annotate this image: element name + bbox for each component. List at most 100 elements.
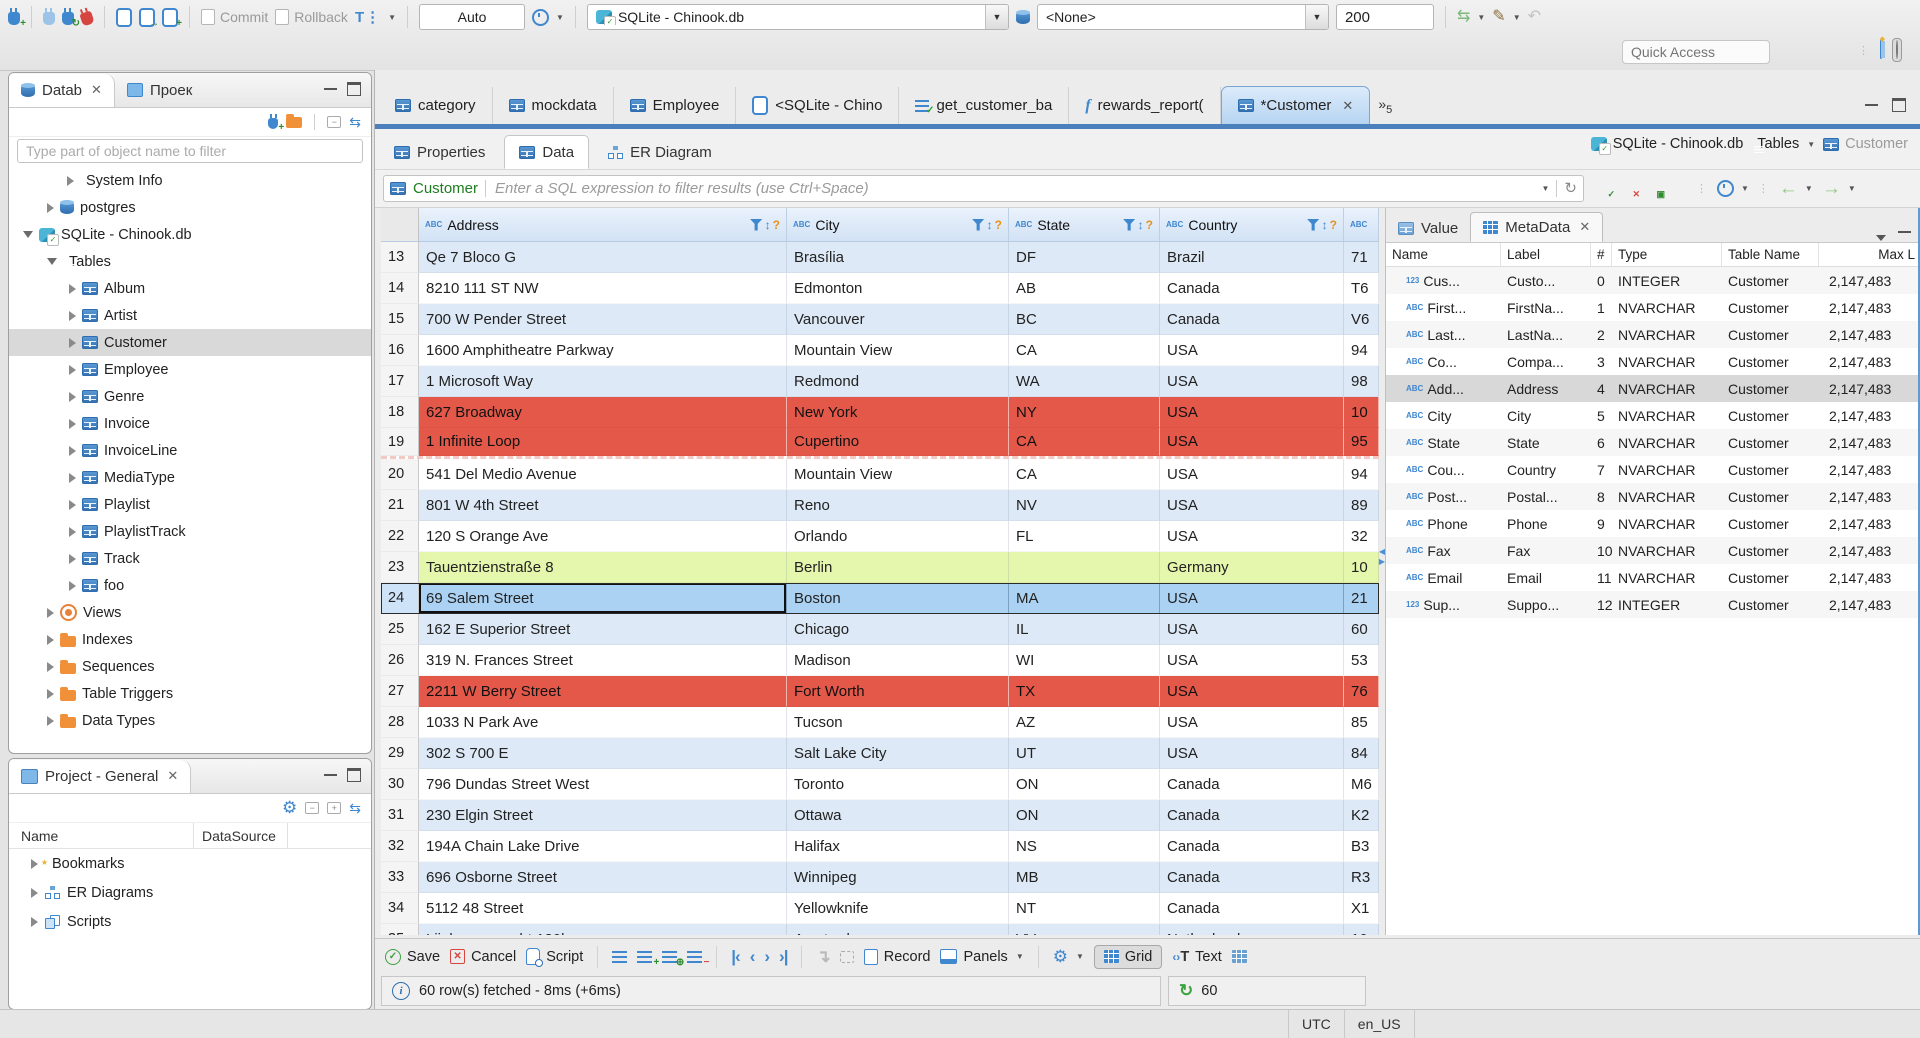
postal-cell[interactable]: 10 [1344, 552, 1379, 583]
chevron-right-icon[interactable] [69, 472, 76, 483]
postal-cell[interactable]: 94 [1344, 459, 1379, 490]
postal-cell[interactable]: T6 [1344, 273, 1379, 304]
script-button[interactable]: Script [526, 948, 583, 967]
meta-ordinal-cell[interactable]: 7 [1591, 456, 1612, 483]
city-cell[interactable]: Berlin [787, 552, 1009, 583]
city-cell[interactable]: Reno [787, 490, 1009, 521]
meta-column-max-l[interactable]: Max L [1819, 243, 1920, 266]
column-sort-cluster[interactable]: ↕? [1122, 218, 1153, 232]
meta-column-table-name[interactable]: Table Name [1722, 243, 1819, 266]
country-cell[interactable]: Canada [1160, 893, 1344, 924]
editor-tab-customer[interactable]: *Customer ✕ [1220, 86, 1371, 124]
schema-combo-arrow[interactable]: ▼ [1304, 5, 1328, 29]
schema-combo[interactable]: <None> ▼ [1036, 4, 1329, 30]
refresh-icon[interactable]: ↻ [1564, 180, 1577, 197]
column-sort-cluster[interactable]: ↕? [1306, 218, 1337, 232]
tree-item-invoiceline[interactable]: InvoiceLine [9, 437, 371, 464]
postal-cell[interactable]: 32 [1344, 521, 1379, 552]
transaction-log-button[interactable]: ▼ [532, 8, 564, 26]
city-cell[interactable]: Amsterdam [787, 924, 1009, 935]
chevron-right-icon[interactable] [47, 688, 54, 699]
commit-button[interactable]: Commit [201, 9, 268, 25]
chevron-right-icon[interactable] [69, 283, 76, 294]
view-menu-icon[interactable] [1876, 235, 1886, 241]
table-row-35[interactable]: 35Lijnbaansgracht 120bzAmsterdamVVNether… [381, 924, 1379, 935]
row-number-cell[interactable]: 30 [381, 769, 419, 800]
address-cell[interactable]: Qe 7 Bloco G [419, 242, 787, 273]
postal-cell[interactable]: 95 [1344, 428, 1379, 456]
country-cell[interactable]: USA [1160, 490, 1344, 521]
column-sort-cluster[interactable]: ↕? [749, 218, 780, 232]
result-tab-data[interactable]: Data [504, 135, 590, 169]
meta-column-type[interactable]: Type [1612, 243, 1722, 266]
auto-refresh-button[interactable]: ▼ [1717, 180, 1749, 197]
chevron-right-icon[interactable] [69, 391, 76, 402]
address-cell[interactable]: 1600 Amphitheatre Parkway [419, 335, 787, 366]
meta-ordinal-cell[interactable]: 3 [1591, 348, 1612, 375]
locale-indicator[interactable]: en_US [1345, 1016, 1414, 1032]
new-sql-editor-button[interactable]: + [162, 7, 182, 28]
navigator-filter-input[interactable] [17, 139, 363, 163]
chevron-right-icon[interactable] [69, 526, 76, 537]
meta-ordinal-cell[interactable]: 1 [1591, 294, 1612, 321]
country-cell[interactable]: USA [1160, 707, 1344, 738]
tab-database-navigator[interactable]: Datab ✕ [9, 73, 115, 107]
meta-name-cell[interactable]: ABC Email [1386, 564, 1501, 591]
remove-filter-button[interactable]: ✕ [1621, 182, 1640, 198]
meta-ordinal-cell[interactable]: 12 [1591, 591, 1612, 618]
postal-cell[interactable]: V6 [1344, 304, 1379, 335]
meta-name-cell[interactable]: ABC Cou... [1386, 456, 1501, 483]
meta-type-cell[interactable]: NVARCHAR [1612, 456, 1722, 483]
row-number-cell[interactable]: 17 [381, 366, 419, 397]
country-cell[interactable]: Germany [1160, 552, 1344, 583]
minimize-icon[interactable] [324, 773, 337, 785]
row-number-cell[interactable]: 14 [381, 273, 419, 304]
tree-item-table-triggers[interactable]: Table Triggers [9, 680, 371, 707]
table-row-34[interactable]: 34 5112 48 Street Yellowknife NT Canada X1 [381, 893, 1379, 924]
country-cell[interactable]: Canada [1160, 800, 1344, 831]
chevron-right-icon[interactable] [69, 499, 76, 510]
meta-ordinal-cell[interactable]: 5 [1591, 402, 1612, 429]
meta-type-cell[interactable]: NVARCHAR [1612, 429, 1722, 456]
row-number-cell[interactable]: 16 [381, 335, 419, 366]
meta-table-cell[interactable]: Customer [1722, 294, 1819, 321]
row-number-cell[interactable]: 25 [381, 614, 419, 645]
fetch-size-input[interactable]: 200 [1335, 4, 1434, 30]
postal-cell[interactable]: 53 [1344, 645, 1379, 676]
breadcrumb-tables[interactable]: Tables ▼ [1751, 136, 1815, 153]
chevron-right-icon[interactable] [67, 175, 74, 186]
meta-table-cell[interactable]: Customer [1722, 510, 1819, 537]
postal-cell[interactable]: 71 [1344, 242, 1379, 273]
tree-item-tables[interactable]: Tables [9, 248, 371, 275]
chevron-right-icon[interactable] [47, 607, 54, 618]
state-cell[interactable]: UT [1009, 738, 1160, 769]
close-icon[interactable]: ✕ [91, 82, 102, 98]
table-row-32[interactable]: 32 194A Chain Lake Drive Halifax NS Canada B3 [381, 831, 1379, 862]
postal-cell[interactable]: 76 [1344, 676, 1379, 707]
text-mode-button[interactable]: ‹›T Text [1172, 949, 1221, 965]
meta-name-cell[interactable]: ABC State [1386, 429, 1501, 456]
row-number-cell[interactable]: 32 [381, 831, 419, 862]
tree-item-genre[interactable]: Genre [9, 383, 371, 410]
country-cell[interactable]: USA [1160, 397, 1344, 428]
breadcrumb-sqlite-chinook-db[interactable]: SQLite - Chinook.db [1590, 136, 1743, 155]
city-cell[interactable]: Salt Lake City [787, 738, 1009, 769]
country-cell[interactable]: USA [1160, 366, 1344, 397]
meta-label-cell[interactable]: City [1501, 402, 1591, 429]
rollback-button[interactable]: Rollback [275, 9, 348, 25]
table-row-17[interactable]: 17 1 Microsoft Way Redmond WA USA 98 [381, 366, 1379, 397]
state-cell[interactable] [1009, 552, 1160, 583]
meta-name-cell[interactable]: ABC Fax [1386, 537, 1501, 564]
postal-cell[interactable]: 21 [1344, 583, 1379, 614]
chevron-right-icon[interactable] [69, 553, 76, 564]
country-cell[interactable]: Canada [1160, 831, 1344, 862]
cancel-button[interactable]: ✕ Cancel [450, 949, 516, 965]
address-cell[interactable]: 120 S Orange Ave [419, 521, 787, 552]
country-cell[interactable]: USA [1160, 583, 1344, 614]
meta-label-cell[interactable]: Postal... [1501, 483, 1591, 510]
country-cell[interactable]: USA [1160, 521, 1344, 552]
meta-name-cell[interactable]: ABC Last... [1386, 321, 1501, 348]
sql-filter-box[interactable]: Customer ▼ ↻ [383, 175, 1584, 202]
meta-table-cell[interactable]: Customer [1722, 402, 1819, 429]
chevron-right-icon[interactable] [47, 715, 54, 726]
